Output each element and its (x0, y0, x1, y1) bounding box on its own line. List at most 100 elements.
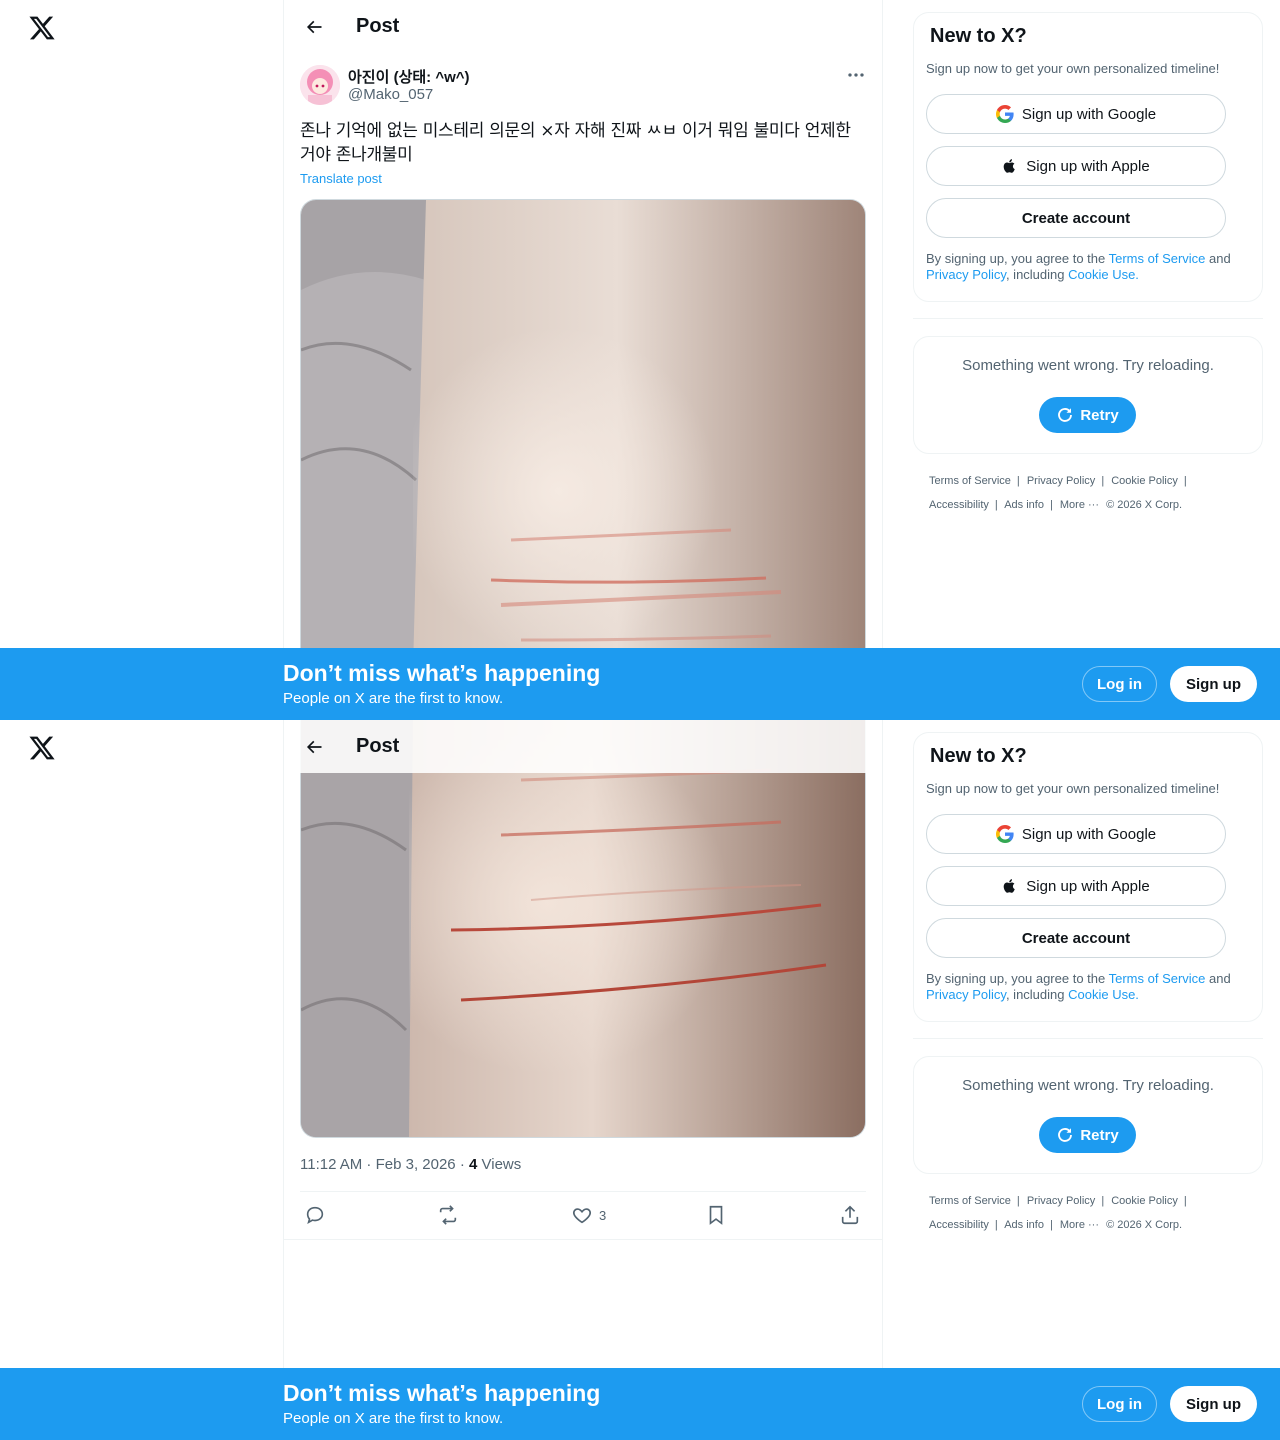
banner-title: Don’t miss what’s happening (283, 660, 601, 686)
error-message: Something went wrong. Try reloading. (962, 1077, 1214, 1094)
repost-button[interactable] (437, 1203, 459, 1227)
page-title: Post (356, 15, 400, 37)
signup-google-button[interactable]: Sign up with Google (926, 94, 1226, 134)
avatar[interactable] (300, 65, 340, 105)
footer-accessibility-link[interactable]: Accessibility (929, 1219, 989, 1231)
footer-ads-link[interactable]: Ads info (1004, 499, 1044, 511)
post-header: Post (284, 0, 882, 53)
footer-separator: | (1183, 475, 1187, 487)
legal-prefix: By signing up, you agree to the (926, 971, 1109, 986)
post-bottom-divider (284, 1239, 882, 1240)
footer-terms-link[interactable]: Terms of Service (929, 475, 1011, 487)
footer-separator: | (1049, 1219, 1053, 1231)
bottom-banner: Don’t miss what’s happening People on X … (0, 1368, 1280, 1440)
legal-and: and (1205, 971, 1231, 986)
login-button[interactable]: Log in (1082, 1386, 1157, 1422)
footer-privacy-link[interactable]: Privacy Policy (1027, 1195, 1095, 1207)
more-options-icon[interactable] (844, 65, 868, 85)
create-account-button[interactable]: Create account (926, 198, 1226, 238)
legal-including: , including (1005, 267, 1069, 282)
share-button[interactable] (839, 1203, 861, 1227)
viewport-top: Post 아진이 (상태: ^w^) @Mako_057 존나 기억에 없는 미… (0, 0, 1280, 720)
x-logo-icon[interactable] (28, 734, 56, 762)
column-border-right (882, 720, 883, 1440)
reply-button[interactable] (304, 1203, 326, 1227)
login-button[interactable]: Log in (1082, 666, 1157, 702)
footer-terms-link[interactable]: Terms of Service (929, 1195, 1011, 1207)
footer-copyright: © 2026 X Corp. (1106, 1219, 1183, 1231)
footer-more-link[interactable]: More ··· (1060, 499, 1099, 511)
footer-separator: | (1101, 475, 1105, 487)
bookmark-button[interactable] (705, 1203, 727, 1227)
like-button[interactable]: 3 (571, 1203, 606, 1227)
signup-apple-label: Sign up with Apple (1026, 877, 1150, 895)
footer-cookie-link[interactable]: Cookie Policy (1111, 475, 1178, 487)
post-header: Post (284, 720, 882, 773)
like-count: 3 (599, 1207, 607, 1223)
privacy-policy-link[interactable]: Privacy Policy (926, 987, 1006, 1002)
footer-ads-link[interactable]: Ads info (1004, 1219, 1044, 1231)
author-display-name[interactable]: 아진이 (상태: ^w^) (348, 66, 470, 87)
post-text: 존나 기억에 없는 미스테리 의문의 ×자 자해 진짜 ㅆㅂ 이거 뭐임 불미다… (300, 121, 851, 165)
signup-card-subtitle: Sign up now to get your own personalized… (926, 781, 1220, 796)
viewport-bottom: Post 11:12 AM · Feb 3, 2026 · 4 Views 3 … (0, 720, 1280, 1440)
signup-card: New to X? Sign up now to get your own pe… (913, 732, 1263, 1022)
banner-subtitle: People on X are the first to know. (283, 690, 504, 707)
bookmark-icon (709, 1205, 723, 1225)
footer-more-link[interactable]: More ··· (1060, 1219, 1099, 1231)
post-timestamp[interactable]: 11:12 AM · Feb 3, 2026 · 4 Views (300, 1156, 521, 1173)
footer-privacy-link[interactable]: Privacy Policy (1027, 475, 1095, 487)
signup-apple-button[interactable]: Sign up with Apple (926, 146, 1226, 186)
signup-apple-button[interactable]: Sign up with Apple (926, 866, 1226, 906)
refresh-icon (1058, 1128, 1073, 1142)
error-message: Something went wrong. Try reloading. (962, 357, 1214, 374)
sidebar-divider (913, 318, 1263, 319)
legal-prefix: By signing up, you agree to the (926, 251, 1109, 266)
translate-post-link[interactable]: Translate post (300, 171, 382, 186)
error-card: Something went wrong. Try reloading. Ret… (913, 1056, 1263, 1174)
cookie-use-link[interactable]: Cookie Use. (1068, 987, 1139, 1002)
retry-button[interactable]: Retry (1039, 1117, 1136, 1153)
footer-separator: | (1049, 499, 1053, 511)
create-account-button[interactable]: Create account (926, 918, 1226, 958)
heart-icon (572, 1208, 592, 1224)
terms-of-service-link[interactable]: Terms of Service (1109, 251, 1206, 266)
footer-cookie-link[interactable]: Cookie Policy (1111, 1195, 1178, 1207)
footer-separator: | (994, 1219, 998, 1231)
share-icon (841, 1205, 859, 1225)
back-arrow-icon[interactable] (300, 13, 328, 41)
signup-legal-text: By signing up, you agree to the Terms of… (926, 971, 1256, 1003)
footer-accessibility-link[interactable]: Accessibility (929, 499, 989, 511)
cookie-use-link[interactable]: Cookie Use. (1068, 267, 1139, 282)
column-border-right (882, 0, 883, 720)
refresh-icon (1058, 408, 1073, 422)
reply-icon (306, 1206, 324, 1225)
signup-legal-text: By signing up, you agree to the Terms of… (926, 251, 1256, 283)
signup-card-title: New to X? (930, 745, 1027, 767)
footer-separator: | (994, 499, 998, 511)
back-arrow-icon[interactable] (300, 733, 328, 761)
retry-button[interactable]: Retry (1039, 397, 1136, 433)
post-actions: 3 (300, 1191, 866, 1239)
post-time[interactable]: 11:12 AM · Feb 3, 2026 (300, 1156, 456, 1173)
author-handle[interactable]: @Mako_057 (348, 86, 433, 103)
page-title: Post (356, 735, 400, 757)
legal-including: , including (1005, 987, 1069, 1002)
terms-of-service-link[interactable]: Terms of Service (1109, 971, 1206, 986)
x-logo-icon[interactable] (28, 14, 56, 42)
privacy-policy-link[interactable]: Privacy Policy (926, 267, 1006, 282)
google-icon (995, 825, 1014, 843)
bottom-banner: Don’t miss what’s happening People on X … (0, 648, 1280, 720)
signup-google-button[interactable]: Sign up with Google (926, 814, 1226, 854)
footer-separator: | (1016, 475, 1020, 487)
post-media[interactable] (300, 199, 866, 669)
signup-apple-label: Sign up with Apple (1026, 157, 1150, 175)
post-media[interactable] (300, 720, 866, 1138)
signup-google-label: Sign up with Google (1021, 825, 1157, 843)
retry-label: Retry (1080, 406, 1119, 424)
signup-button[interactable]: Sign up (1170, 1386, 1257, 1422)
signup-button[interactable]: Sign up (1170, 666, 1257, 702)
sidebar-divider (913, 1038, 1263, 1039)
banner-subtitle: People on X are the first to know. (283, 1410, 504, 1427)
footer-links: Terms of Service | Privacy Policy | Cookie… (929, 469, 1229, 517)
